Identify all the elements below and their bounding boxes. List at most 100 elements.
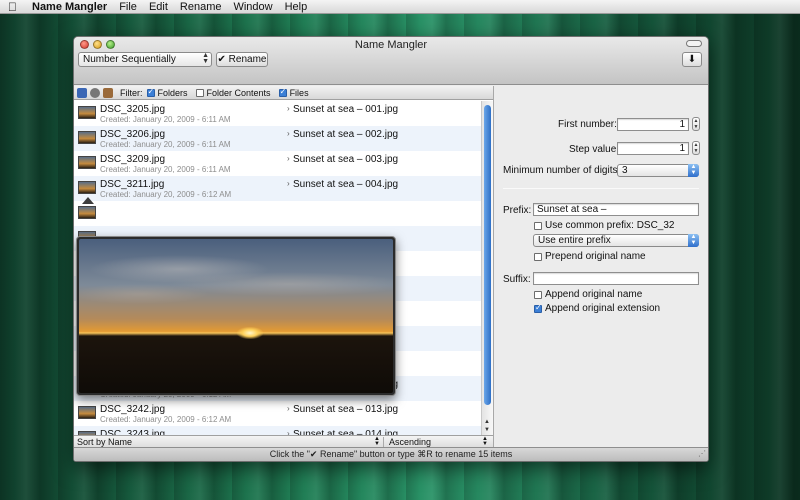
tag-icon[interactable] xyxy=(103,87,113,98)
filter-files-checkbox[interactable] xyxy=(278,87,287,97)
menu-help[interactable]: Help xyxy=(285,1,308,13)
filter-folders-label: Folders xyxy=(157,87,188,98)
filter-bar: Filter: Folders Folder Contents Files xyxy=(74,86,493,100)
status-text: Click the "✔ Rename" button or type ⌘R t… xyxy=(269,449,513,459)
filter-files[interactable]: Files xyxy=(278,87,309,98)
append-original-name-option[interactable]: Append original name xyxy=(534,289,642,300)
rename-arrow-icon: › xyxy=(287,179,290,188)
step-value-label: Step value: xyxy=(569,144,620,155)
min-digits-value: 3 xyxy=(622,165,628,176)
file-row[interactable]: DSC_3211.jpg Created: January 20, 2009 - … xyxy=(74,176,482,204)
filter-folders[interactable]: Folders xyxy=(146,87,188,98)
file-thumbnail xyxy=(78,206,96,219)
scroll-down-icon[interactable]: ▼ xyxy=(484,427,490,433)
rename-mode-value: Number Sequentially xyxy=(83,54,176,65)
new-file-name: Sunset at sea – 001.jpg xyxy=(293,104,399,115)
scroll-up-icon[interactable]: ▲ xyxy=(484,419,490,425)
apple-icon[interactable]:  xyxy=(8,0,22,14)
new-file-name: Sunset at sea – 013.jpg xyxy=(293,404,399,415)
sort-order-arrows-icon: ▲ ▼ xyxy=(482,436,488,447)
use-common-prefix-checkbox[interactable] xyxy=(534,221,542,230)
file-row[interactable] xyxy=(74,201,482,226)
rename-button[interactable]: ✔ Rename xyxy=(216,52,268,67)
file-created-date: Created: January 20, 2009 - 6:11 AM xyxy=(100,165,231,174)
menu-window[interactable]: Window xyxy=(233,1,272,13)
file-list-pane: Filter: Folders Folder Contents Files DS… xyxy=(74,86,494,448)
menu-file[interactable]: File xyxy=(119,1,137,13)
filter-folder-contents[interactable]: Folder Contents xyxy=(195,87,271,98)
rename-arrow-icon: › xyxy=(287,129,290,138)
rename-arrow-icon: › xyxy=(287,104,290,113)
file-row[interactable]: DSC_3242.jpg Created: January 20, 2009 - … xyxy=(74,401,482,426)
prepend-original-checkbox[interactable] xyxy=(534,252,542,261)
file-created-date: Created: January 20, 2009 - 6:11 AM xyxy=(100,140,231,149)
step-value-stepper[interactable]: ▲ ▼ xyxy=(692,141,700,155)
filter-folder-contents-label: Folder Contents xyxy=(206,87,271,98)
append-extension-label: Append original extension xyxy=(545,303,661,314)
file-thumbnail xyxy=(78,156,96,169)
download-icon[interactable]: ⬇ xyxy=(682,52,702,67)
append-original-name-checkbox[interactable] xyxy=(534,290,542,299)
file-thumbnail xyxy=(78,131,96,144)
file-list-scrollbar[interactable]: ▲ ▼ xyxy=(481,101,493,435)
first-number-stepper[interactable]: ▲ ▼ xyxy=(692,117,700,131)
file-row[interactable]: DSC_3243.jpgCreated: January 20, 2009 - … xyxy=(74,426,482,435)
rename-arrow-icon: › xyxy=(287,404,290,413)
new-file-name: Sunset at sea – 003.jpg xyxy=(293,154,399,165)
step-value-field[interactable]: 1 xyxy=(617,142,689,155)
suffix-field[interactable] xyxy=(533,272,699,285)
suffix-label: Suffix: xyxy=(503,274,531,285)
new-file-name: Sunset at sea – 002.jpg xyxy=(293,129,399,140)
prepend-original-label: Prepend original name xyxy=(545,251,646,262)
file-row[interactable]: DSC_3205.jpg Created: January 20, 2009 - … xyxy=(74,101,482,126)
min-digits-label: Minimum number of digits: xyxy=(503,165,621,176)
toolbar-toggle-button[interactable] xyxy=(686,40,702,47)
min-digits-select[interactable]: 3 ▲ ▼ xyxy=(617,164,699,177)
append-extension-checkbox[interactable] xyxy=(534,303,542,313)
title-bar: Name Mangler Number Sequentially ▲ ▼ ✔ Re… xyxy=(74,37,708,85)
append-original-name-label: Append original name xyxy=(545,289,643,300)
file-name: DSC_3206.jpg xyxy=(100,129,166,140)
filter-files-label: Files xyxy=(289,87,309,98)
image-preview-popover xyxy=(76,236,396,396)
resize-grip-icon[interactable]: ⋰ xyxy=(698,447,706,460)
prepend-original-option[interactable]: Prepend original name xyxy=(534,251,646,262)
file-name: DSC_3242.jpg xyxy=(100,404,166,415)
window-title: Name Mangler xyxy=(354,39,428,51)
sort-by-arrows-icon: ▲ ▼ xyxy=(374,436,380,447)
file-created-date: Created: January 20, 2009 - 6:11 AM xyxy=(100,115,231,124)
sort-order-value: Ascending xyxy=(389,437,432,447)
rename-mode-select[interactable]: Number Sequentially ▲ ▼ xyxy=(78,52,212,67)
menu-app-name[interactable]: Name Mangler xyxy=(32,1,107,13)
file-thumbnail xyxy=(78,181,96,194)
finder-icon[interactable] xyxy=(77,87,87,98)
first-number-label: First number: xyxy=(558,119,617,130)
prefix-field[interactable]: Sunset at sea – xyxy=(533,203,699,216)
status-bar: Click the "✔ Rename" button or type ⌘R t… xyxy=(74,447,708,461)
prefix-label: Prefix: xyxy=(503,205,532,216)
first-number-field[interactable]: 1 xyxy=(617,118,689,131)
menu-rename[interactable]: Rename xyxy=(180,1,222,13)
gear-icon[interactable] xyxy=(90,87,100,98)
file-row[interactable]: DSC_3206.jpg Created: January 20, 2009 - … xyxy=(74,126,482,151)
prefix-mode-select[interactable]: Use entire prefix ▲ ▼ xyxy=(533,234,699,247)
menu-bar:  Name Mangler File Edit Rename Window H… xyxy=(0,0,800,14)
append-extension-option[interactable]: Append original extension xyxy=(534,303,660,314)
file-name: DSC_3205.jpg xyxy=(100,104,166,115)
filter-label: Filter: xyxy=(120,87,143,98)
select-arrows-icon: ▲ ▼ xyxy=(202,52,209,65)
scroll-thumb[interactable] xyxy=(484,105,491,405)
new-file-name: Sunset at sea – 004.jpg xyxy=(293,179,399,190)
use-common-prefix-option[interactable]: Use common prefix: DSC_32 xyxy=(534,220,675,231)
filter-folder-contents-checkbox[interactable] xyxy=(195,88,204,97)
file-row[interactable]: DSC_3209.jpg Created: January 20, 2009 - … xyxy=(74,151,482,176)
file-name: DSC_3211.jpg xyxy=(100,179,165,190)
prefix-mode-value: Use entire prefix xyxy=(538,235,611,246)
options-divider xyxy=(503,188,699,189)
main-window: Name Mangler Number Sequentially ▲ ▼ ✔ Re… xyxy=(73,36,709,462)
rename-arrow-icon: › xyxy=(287,154,290,163)
filter-folders-checkbox[interactable] xyxy=(146,87,155,97)
file-thumbnail xyxy=(78,406,96,419)
sunset-preview-image xyxy=(79,239,393,393)
menu-edit[interactable]: Edit xyxy=(149,1,168,13)
